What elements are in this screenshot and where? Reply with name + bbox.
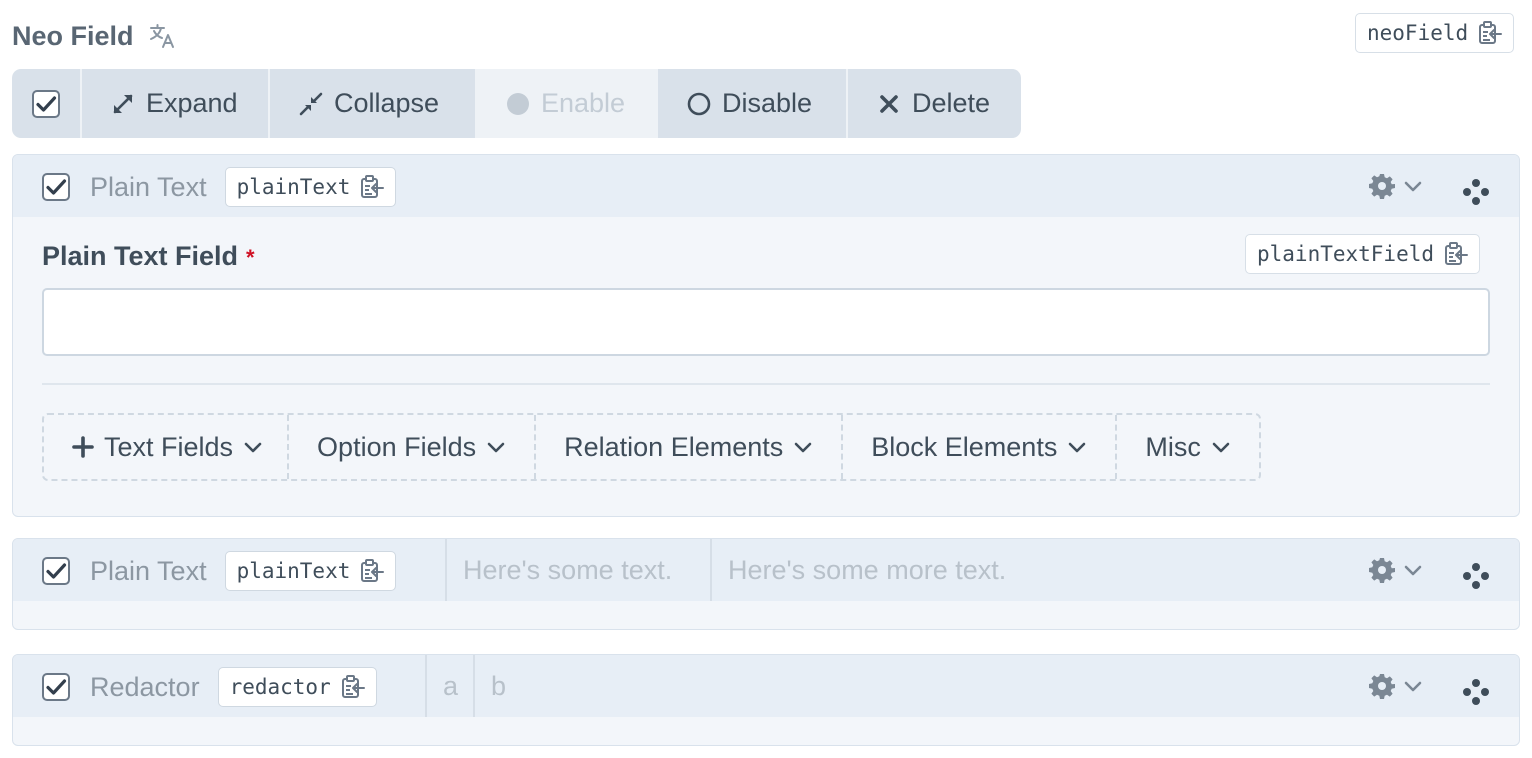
chevron-down-icon: [1069, 442, 1086, 453]
select-all-checkbox[interactable]: [12, 69, 82, 138]
block-settings-button[interactable]: [1369, 673, 1423, 699]
chevron-down-icon: [1404, 565, 1422, 576]
block-handle-chip[interactable]: redactor: [217, 667, 377, 707]
summary-text: Here's some text.: [463, 554, 673, 585]
expand-icon: [113, 94, 133, 113]
translate-icon: [149, 24, 174, 48]
copy-icon[interactable]: [1443, 241, 1469, 267]
block-handle-chip[interactable]: plainText: [224, 551, 397, 591]
chevron-down-icon: [487, 442, 505, 453]
chevron-down-icon: [1404, 181, 1422, 192]
checkmark-icon: [36, 95, 57, 112]
plain-text-input[interactable]: [42, 288, 1490, 356]
move-icon[interactable]: [1461, 677, 1491, 707]
collapse-label: Collapse: [334, 88, 440, 118]
block-settings-button[interactable]: [1369, 557, 1423, 583]
block-title: Plain Text: [90, 555, 207, 586]
field-handle: plainTextField: [1257, 242, 1435, 266]
enable-label: Enable: [541, 88, 626, 118]
field-title: Neo Field: [12, 20, 134, 51]
summary-text: a: [443, 670, 459, 701]
gear-icon: [1369, 558, 1395, 583]
disable-label: Disable: [722, 88, 813, 118]
block-handle: plainText: [236, 559, 351, 583]
block-handle: redactor: [229, 675, 331, 699]
block-settings-button[interactable]: [1369, 173, 1423, 199]
add-option-fields-button[interactable]: Option Fields: [289, 415, 537, 479]
field-header: Neo Field: [12, 18, 176, 54]
plus-icon: [72, 436, 94, 458]
chevron-down-icon: [244, 442, 262, 453]
field-handle: neoField: [1367, 21, 1469, 45]
required-indicator: *: [246, 245, 255, 270]
chevron-down-icon: [1212, 442, 1230, 453]
checkmark-icon: [46, 563, 67, 579]
add-block-bar: Text Fields Option Fields Relation Eleme…: [42, 413, 1261, 481]
field-handle-chip[interactable]: plainTextField: [1245, 234, 1481, 274]
block-summary-item: a: [425, 655, 474, 717]
delete-button[interactable]: Delete: [848, 69, 1021, 138]
add-button-label: Text Fields: [104, 431, 234, 462]
block-header[interactable]: Redactor redactor a b: [13, 655, 1519, 717]
checkmark-icon: [46, 179, 67, 195]
block-redactor: Redactor redactor a b: [12, 654, 1520, 746]
block-checkbox[interactable]: [42, 673, 70, 701]
add-button-label: Relation Elements: [564, 431, 784, 462]
copy-icon[interactable]: [359, 558, 385, 584]
enable-button: Enable: [477, 69, 658, 138]
block-header[interactable]: Plain Text plainText: [13, 155, 1519, 217]
block-summary-item: Here's some more text.: [710, 539, 1006, 601]
move-icon[interactable]: [1461, 177, 1491, 207]
block-handle-chip[interactable]: plainText: [224, 167, 397, 207]
add-button-label: Option Fields: [317, 431, 477, 462]
summary-text: Here's some more text.: [728, 554, 1007, 585]
collapse-button[interactable]: Collapse: [270, 69, 477, 138]
expand-label: Expand: [146, 88, 238, 118]
checkbox[interactable]: [32, 89, 60, 118]
block-summary-item: b: [473, 655, 506, 717]
add-button-label: Block Elements: [871, 431, 1058, 462]
summary-text: b: [491, 670, 507, 701]
block-header[interactable]: Plain Text plainText Here's some text. H…: [13, 539, 1519, 601]
chevron-down-icon: [794, 442, 812, 453]
gear-icon: [1369, 174, 1395, 199]
copy-icon[interactable]: [340, 674, 366, 700]
bulk-actions-toolbar: Expand Collapse Enable Disable Delete: [12, 69, 1021, 138]
add-button-label: Misc: [1145, 431, 1201, 462]
block-handle: plainText: [236, 175, 351, 199]
block-title: Plain Text: [90, 171, 207, 202]
field-label: Plain Text Field *: [42, 241, 255, 272]
divider: [42, 383, 1490, 385]
field-handle-chip[interactable]: neoField: [1355, 13, 1515, 53]
checkmark-icon: [46, 679, 67, 695]
field-label-text: Plain Text Field: [42, 241, 239, 271]
collapse-icon: [299, 92, 323, 115]
block-checkbox[interactable]: [42, 173, 70, 201]
add-text-fields-button[interactable]: Text Fields: [44, 415, 290, 479]
add-misc-button[interactable]: Misc: [1117, 415, 1259, 479]
gear-icon: [1369, 674, 1395, 699]
block-title: Redactor: [90, 671, 200, 702]
block-plain-text-2: Plain Text plainText Here's some text. H…: [12, 538, 1520, 630]
expand-button[interactable]: Expand: [82, 69, 270, 138]
disable-button[interactable]: Disable: [658, 69, 848, 138]
chevron-down-icon: [1404, 681, 1422, 692]
block-checkbox[interactable]: [42, 557, 70, 585]
block-summary-item: Here's some text.: [445, 539, 688, 601]
delete-label: Delete: [912, 88, 991, 118]
circle-filled-icon: [507, 92, 529, 115]
add-relation-elements-button[interactable]: Relation Elements: [536, 415, 844, 479]
add-block-elements-button[interactable]: Block Elements: [843, 415, 1118, 479]
copy-icon[interactable]: [359, 174, 385, 200]
x-icon: [880, 94, 898, 113]
copy-icon[interactable]: [1477, 20, 1503, 46]
move-icon[interactable]: [1461, 561, 1491, 591]
block-plain-text-1: Plain Text plainText Plain Text Field *: [12, 154, 1520, 517]
circle-outline-icon: [687, 92, 711, 115]
